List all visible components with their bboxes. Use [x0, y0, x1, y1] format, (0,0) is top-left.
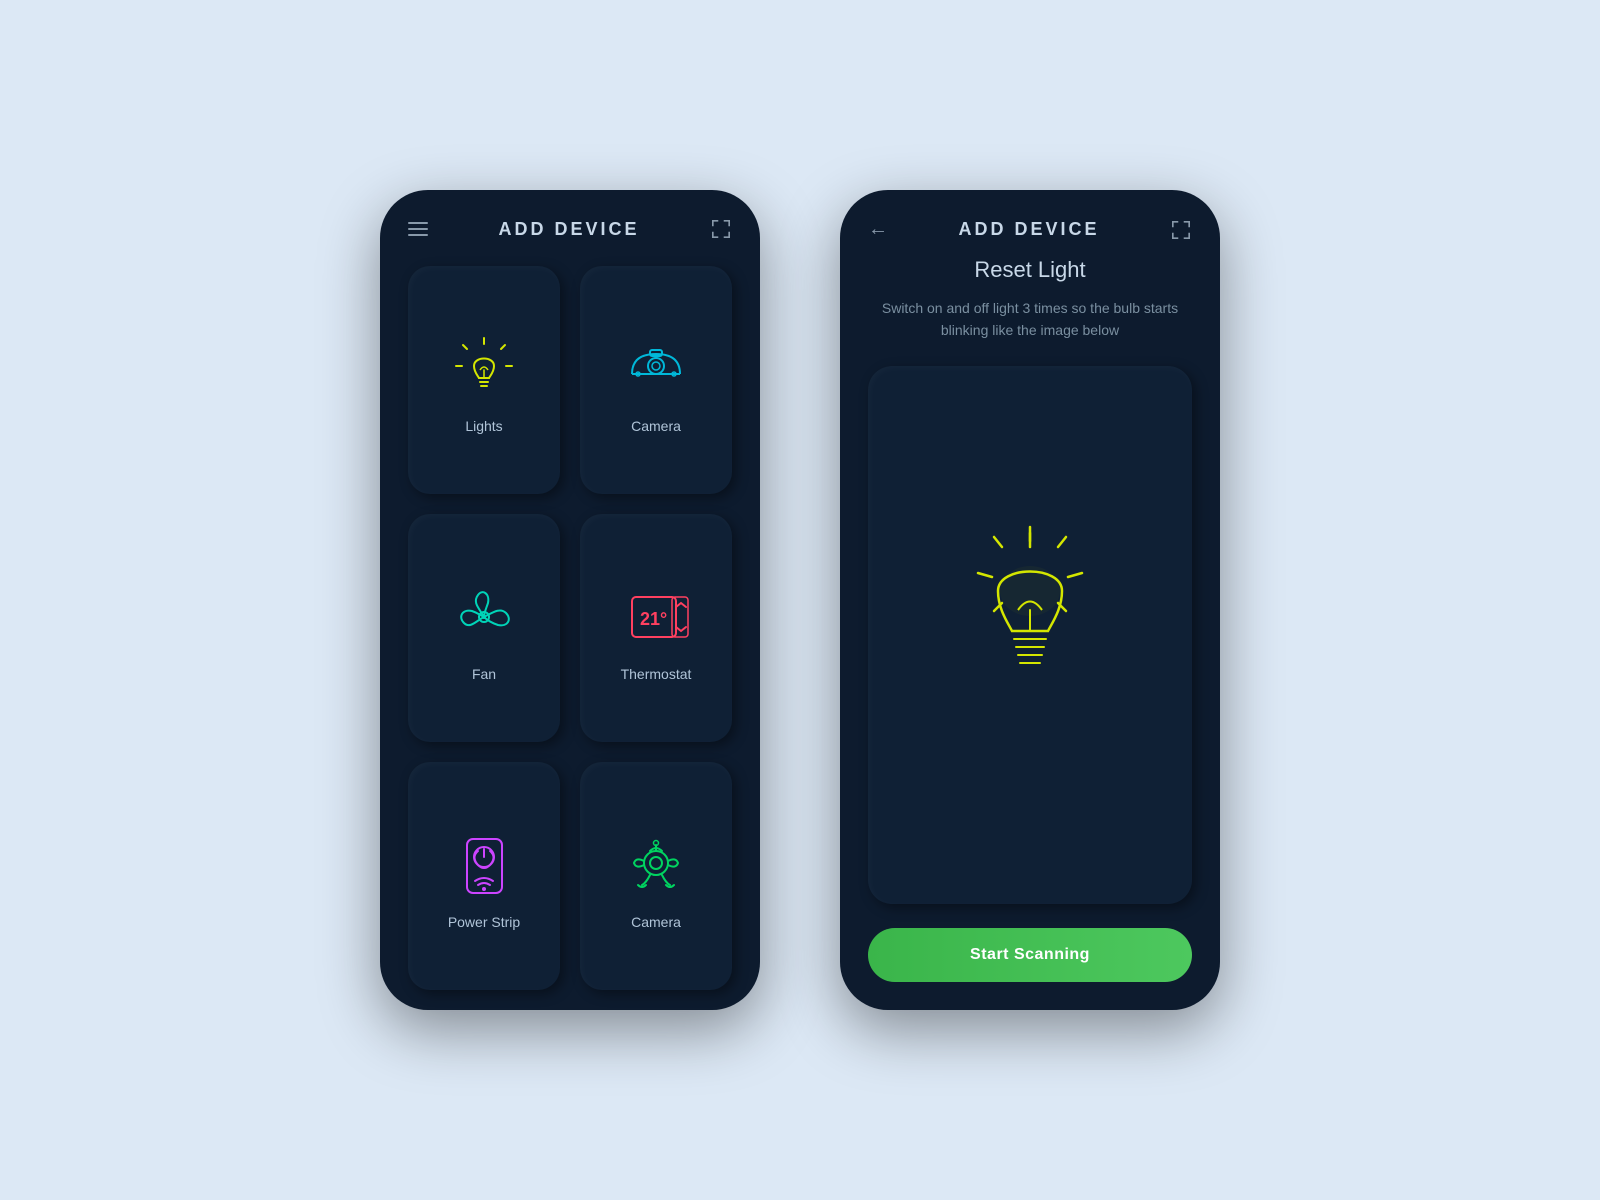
device-card-camera2[interactable]: Camera — [580, 762, 732, 990]
svg-text:21°: 21° — [640, 609, 667, 629]
lights-label: Lights — [465, 418, 502, 434]
reset-title: Reset Light — [868, 257, 1192, 283]
device-card-lights[interactable]: Lights — [408, 266, 560, 494]
bulb-illustration — [930, 515, 1130, 755]
powerstrip-label: Power Strip — [448, 914, 520, 930]
right-phone: ← ADD DEVICE Reset Light Switch on and o… — [840, 190, 1220, 1010]
right-content: Reset Light Switch on and off light 3 ti… — [840, 257, 1220, 1010]
left-title: ADD DEVICE — [498, 219, 639, 240]
camera-icon-wrap — [621, 334, 691, 404]
camera-label: Camera — [631, 418, 681, 434]
fan-label: Fan — [472, 666, 496, 682]
menu-icon[interactable] — [408, 222, 428, 236]
right-header: ← ADD DEVICE — [840, 190, 1220, 257]
device-card-thermostat[interactable]: 21° Thermostat — [580, 514, 732, 742]
back-button[interactable]: ← — [868, 218, 888, 241]
device-card-fan[interactable]: Fan — [408, 514, 560, 742]
reset-desc: Switch on and off light 3 times so the b… — [868, 297, 1192, 342]
bulb-preview-card — [868, 366, 1192, 904]
left-header: ADD DEVICE — [380, 190, 760, 256]
right-title: ADD DEVICE — [958, 219, 1099, 240]
expand-icon-right[interactable] — [1170, 219, 1192, 241]
lights-icon-wrap — [449, 334, 519, 404]
powerstrip-icon-wrap — [449, 830, 519, 900]
device-card-camera[interactable]: Camera — [580, 266, 732, 494]
camera2-label: Camera — [631, 914, 681, 930]
thermostat-icon-wrap: 21° — [621, 582, 691, 652]
start-scanning-button[interactable]: Start Scanning — [868, 928, 1192, 982]
thermostat-label: Thermostat — [621, 666, 692, 682]
fan-icon-wrap — [449, 582, 519, 652]
expand-icon[interactable] — [710, 218, 732, 240]
camera2-icon-wrap — [621, 830, 691, 900]
device-grid: Lights Camera — [380, 256, 760, 1010]
left-phone: ADD DEVICE — [380, 190, 760, 1010]
device-card-powerstrip[interactable]: Power Strip — [408, 762, 560, 990]
